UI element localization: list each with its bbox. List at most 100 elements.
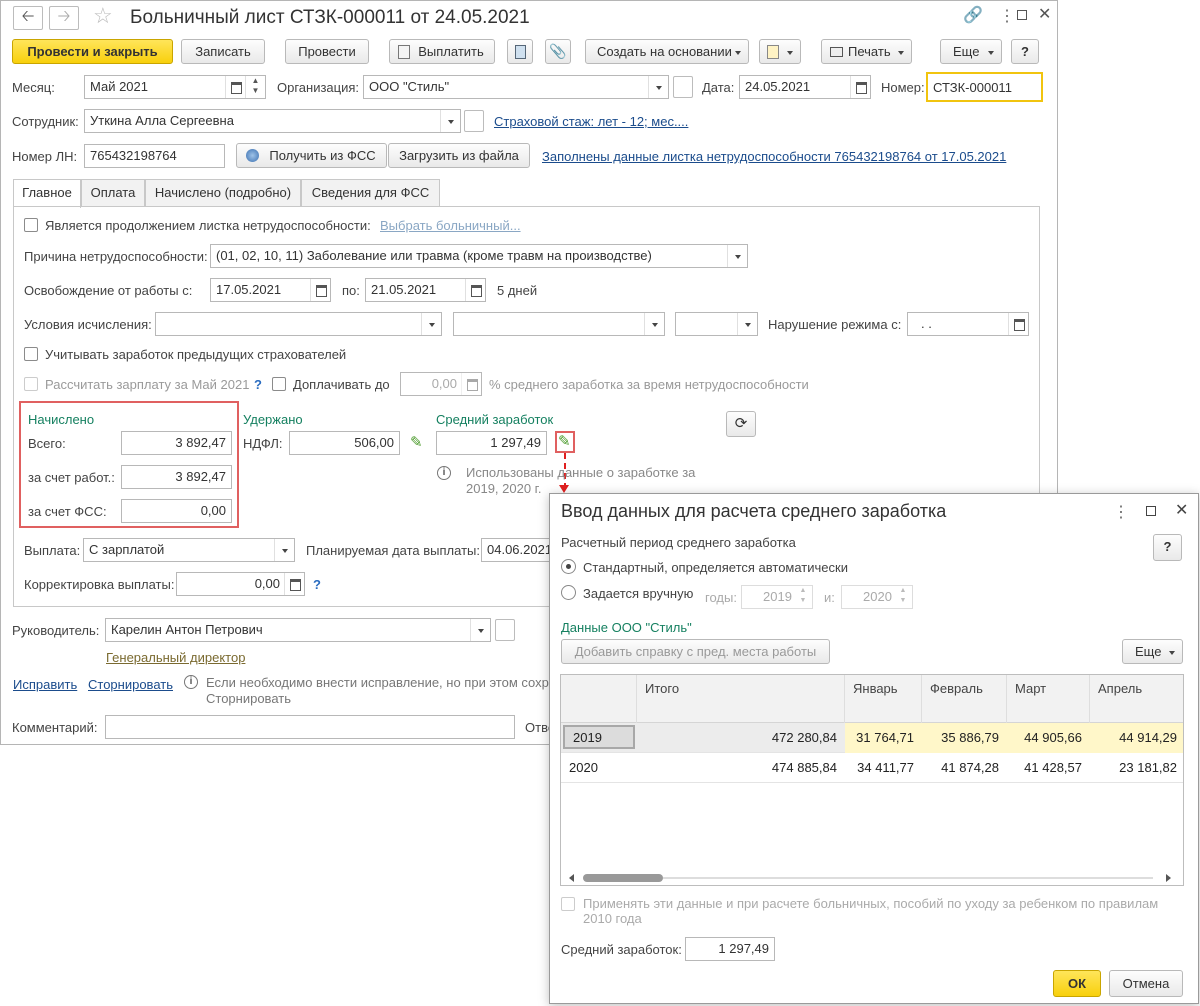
h-scrollbar[interactable] <box>561 871 1183 885</box>
calculator-icon[interactable] <box>284 573 304 595</box>
chevron-down-icon[interactable] <box>274 539 294 561</box>
get-fss-button[interactable]: Получить из ФСС <box>236 143 387 168</box>
radio-standard[interactable] <box>561 559 576 574</box>
pencil-icon[interactable]: ✎ <box>558 432 571 450</box>
report-icon-button[interactable] <box>507 39 533 64</box>
scroll-thumb[interactable] <box>583 874 663 882</box>
add-certificate-button[interactable]: Добавить справку с пред. места работы <box>561 639 830 664</box>
tab-payment[interactable]: Оплата <box>81 179 145 206</box>
calc-help-link[interactable]: ? <box>254 377 262 393</box>
favorite-star-icon[interactable]: ☆ <box>93 3 113 29</box>
calendar-icon[interactable] <box>1008 313 1028 335</box>
feb-cell[interactable]: 35 886,79 <box>922 723 1007 753</box>
write-button[interactable]: Записать <box>181 39 265 64</box>
maximize-icon[interactable] <box>1017 10 1027 20</box>
link-icon[interactable]: 🔗 <box>963 5 983 25</box>
year-from-field[interactable]: 2019 ▲ ▼ <box>741 585 813 609</box>
apr-cell[interactable]: 23 181,82 <box>1090 753 1183 783</box>
pencil-icon[interactable]: ✎ <box>410 433 423 451</box>
jan-cell[interactable]: 31 764,71 <box>845 723 922 753</box>
calendar-icon[interactable] <box>850 76 870 98</box>
chevron-down-icon[interactable] <box>440 110 460 132</box>
continuation-checkbox[interactable] <box>24 218 38 232</box>
extra-pay-checkbox[interactable] <box>272 377 286 391</box>
violation-field[interactable]: . . <box>907 312 1029 336</box>
chevron-down-icon[interactable] <box>421 313 441 335</box>
manager-position-link[interactable]: Генеральный директор <box>106 650 245 666</box>
employee-field[interactable]: Уткина Алла Сергеевна <box>84 109 461 133</box>
help-button[interactable]: ? <box>1011 39 1039 64</box>
number-field[interactable]: СТЗК-000011 <box>926 72 1043 102</box>
feb-cell[interactable]: 41 874,28 <box>922 753 1007 783</box>
radio-manual[interactable] <box>561 585 576 600</box>
attach-button[interactable]: 📎 <box>545 39 571 64</box>
condition-3-field[interactable] <box>675 312 758 336</box>
close-icon[interactable]: ✕ <box>1175 500 1188 520</box>
more-button[interactable]: Еще <box>940 39 1002 64</box>
month-field[interactable]: Май 2021 ▲ ▼ <box>84 75 266 99</box>
calendar-icon[interactable] <box>225 76 245 98</box>
year-to-field[interactable]: 2020 ▲ ▼ <box>841 585 913 609</box>
cancel-button[interactable]: Отмена <box>1109 970 1183 997</box>
chevron-down-icon[interactable] <box>644 313 664 335</box>
comment-field[interactable] <box>105 715 515 739</box>
close-icon[interactable]: ✕ <box>1038 4 1051 24</box>
mar-cell[interactable]: 44 905,66 <box>1007 723 1090 753</box>
calendar-icon[interactable] <box>310 279 330 301</box>
calculator-icon[interactable] <box>461 373 481 395</box>
date-field[interactable]: 24.05.2021 <box>739 75 871 99</box>
calendar-icon[interactable] <box>465 279 485 301</box>
ok-button[interactable]: ОК <box>1053 970 1101 997</box>
chevron-down-icon[interactable] <box>470 619 490 641</box>
year-from-stepper[interactable]: ▲ ▼ <box>794 586 812 608</box>
extra-pay-field[interactable]: 0,00 <box>400 372 482 396</box>
dialog-help-button[interactable]: ? <box>1153 534 1182 561</box>
calc-salary-checkbox[interactable] <box>24 377 38 391</box>
correction-help-link[interactable]: ? <box>313 577 321 593</box>
chevron-down-icon[interactable] <box>648 76 668 98</box>
tab-fss-info[interactable]: Сведения для ФСС <box>301 179 440 206</box>
scroll-right-icon[interactable] <box>1166 874 1171 882</box>
apply-checkbox[interactable] <box>561 897 575 911</box>
reverse-link[interactable]: Сторнировать <box>88 677 173 693</box>
month-stepper[interactable]: ▲ ▼ <box>245 76 265 98</box>
chevron-down-icon[interactable] <box>727 245 747 267</box>
tab-accrued-detail[interactable]: Начислено (подробно) <box>145 179 301 206</box>
org-field[interactable]: ООО "Стиль" <box>363 75 669 99</box>
insurance-link[interactable]: Страховой стаж: лет - 12; мес.... <box>494 114 688 130</box>
prev-insurers-checkbox[interactable] <box>24 347 38 361</box>
chevron-down-icon[interactable] <box>737 313 757 335</box>
scroll-left-icon[interactable] <box>569 874 574 882</box>
reason-field[interactable]: (01, 02, 10, 11) Заболевание или травма … <box>210 244 748 268</box>
refresh-button[interactable]: ⟳ <box>726 411 756 437</box>
ln-field[interactable]: 765432198764 <box>84 144 225 168</box>
print-button[interactable]: Печать <box>821 39 912 64</box>
apr-cell[interactable]: 44 914,29 <box>1090 723 1183 753</box>
open-icon[interactable] <box>495 619 515 641</box>
year-to-stepper[interactable]: ▲ ▼ <box>894 586 912 608</box>
post-close-button[interactable]: Провести и закрыть <box>12 39 173 64</box>
mar-cell[interactable]: 41 428,57 <box>1007 753 1090 783</box>
payout-field[interactable]: С зарплатой <box>83 538 295 562</box>
jan-cell[interactable]: 34 411,77 <box>845 753 922 783</box>
release-from-field[interactable]: 17.05.2021 <box>210 278 331 302</box>
post-button[interactable]: Провести <box>285 39 369 64</box>
pay-button[interactable]: Выплатить <box>389 39 495 64</box>
dialog-more-button[interactable]: Еще <box>1122 639 1183 664</box>
correction-field[interactable]: 0,00 <box>176 572 305 596</box>
manager-field[interactable]: Карелин Антон Петрович <box>105 618 491 642</box>
docs-menu-button[interactable] <box>759 39 801 64</box>
row-year-cell[interactable]: 2019 <box>563 725 635 749</box>
condition-2-field[interactable] <box>453 312 665 336</box>
create-based-button[interactable]: Создать на основании <box>585 39 749 64</box>
forward-button[interactable]: 🡢 <box>49 6 79 30</box>
row-year-cell[interactable]: 2020 <box>561 753 637 783</box>
back-button[interactable]: 🡠 <box>13 6 43 30</box>
filled-data-link[interactable]: Заполнены данные листка нетрудоспособнос… <box>542 149 1006 165</box>
tab-main[interactable]: Главное <box>13 179 81 208</box>
menu-dots-icon[interactable]: ⋮ <box>1113 502 1129 522</box>
open-icon[interactable] <box>673 76 693 98</box>
release-to-field[interactable]: 21.05.2021 <box>365 278 486 302</box>
load-file-button[interactable]: Загрузить из файла <box>388 143 530 168</box>
fix-link[interactable]: Исправить <box>13 677 77 693</box>
